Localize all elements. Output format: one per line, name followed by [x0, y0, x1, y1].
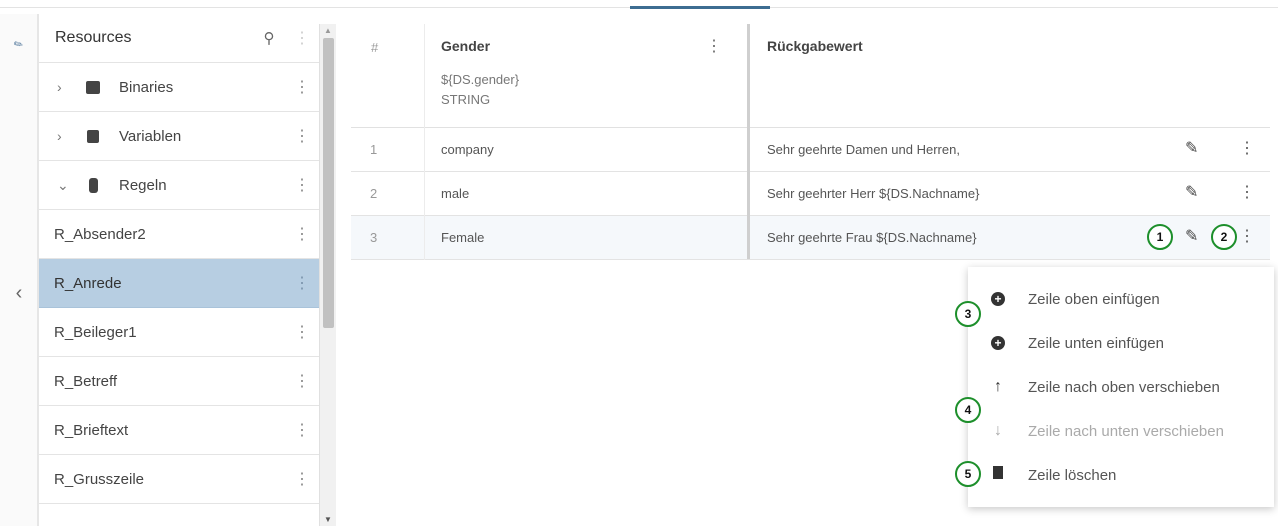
more-options-icon[interactable]: ⋮ [284, 126, 320, 146]
plus-circle-icon: + [968, 334, 1028, 352]
gender-type: STRING [441, 92, 491, 107]
folder-variablen[interactable]: › Variablen ⋮ [39, 112, 320, 161]
return-value-cell[interactable]: Sehr geehrte Frau ${DS.Nachname} [767, 230, 977, 245]
gender-cell[interactable]: male [441, 186, 469, 201]
database-icon [67, 177, 119, 193]
more-options-icon[interactable]: ⋮ [284, 371, 320, 391]
more-options-icon[interactable]: ⋮ [284, 224, 320, 244]
column-menu-icon[interactable]: ⋮ [706, 36, 722, 56]
callout-marker: 4 [955, 397, 981, 423]
more-options-icon[interactable]: ⋮ [284, 77, 320, 97]
hash-header: # [371, 40, 379, 55]
list-item[interactable]: R_Beileger1 ⋮ [39, 308, 320, 357]
gender-cell[interactable]: company [441, 142, 494, 157]
table-row[interactable]: 2 male Sehr geehrter Herr ${DS.Nachname}… [351, 172, 1270, 216]
decision-table: # Gender ${DS.gender} STRING ⋮ Rückgabew… [351, 24, 1270, 260]
more-options-icon[interactable]: ⋮ [284, 175, 320, 195]
return-value-column-title: Rückgabewert [767, 38, 863, 54]
gender-column-details: ${DS.gender} STRING [441, 70, 519, 110]
gender-expression: ${DS.gender} [441, 72, 520, 87]
sidebar-scrollbar[interactable]: ▲ ▼ [319, 24, 336, 526]
scroll-down-arrow-icon[interactable]: ▼ [324, 515, 332, 524]
edit-pencil-icon[interactable]: ✎ [1185, 226, 1198, 246]
gender-cell[interactable]: Female [441, 230, 484, 245]
table-row-selected[interactable]: 3 Female Sehr geehrte Frau ${DS.Nachname… [351, 216, 1270, 260]
collapse-panel-icon[interactable]: ‹ [8, 282, 30, 305]
more-options-icon[interactable]: ⋮ [284, 28, 320, 48]
list-item-label: R_Brieftext [54, 421, 129, 439]
list-item-label: R_Grusszeile [54, 470, 145, 488]
list-item-label: R_Betreff [54, 372, 118, 390]
row-number-cell [351, 216, 425, 260]
chevron-right-icon[interactable]: › [39, 128, 67, 144]
row-number-cell [351, 128, 425, 172]
arrow-down-icon: ↓ [994, 422, 1002, 439]
row-menu-icon[interactable]: ⋮ [1239, 182, 1255, 202]
menu-item-label: Zeile oben einfügen [1028, 290, 1160, 308]
row-context-menu: + Zeile oben einfügen + Zeile unten einf… [968, 267, 1274, 507]
folder-regeln[interactable]: ⌄ Regeln ⋮ [39, 161, 320, 210]
scroll-up-arrow-icon[interactable]: ▲ [324, 26, 332, 35]
gender-column-title: Gender [441, 38, 491, 54]
hash-header-cell [351, 24, 425, 128]
left-toolbar: ✎ ‹ [0, 14, 38, 526]
menu-item-move-up[interactable]: ↑ Zeile nach oben verschieben [968, 365, 1274, 409]
resources-panel: Resources ⚲ ⋮ › Binaries ⋮ › Variablen ⋮… [38, 14, 320, 526]
resources-title: Resources [55, 29, 132, 46]
list-item[interactable]: R_Grusszeile ⋮ [39, 455, 320, 504]
scrollbar-thumb[interactable] [323, 38, 334, 328]
list-item[interactable]: R_Betreff ⋮ [39, 357, 320, 406]
pin-icon[interactable]: ✎ [11, 37, 26, 52]
row-menu-icon[interactable]: ⋮ [1239, 226, 1255, 246]
search-icon[interactable]: ⚲ [254, 29, 284, 47]
chevron-right-icon[interactable]: › [39, 79, 67, 95]
folder-label: Binaries [119, 78, 174, 96]
return-value-cell[interactable]: Sehr geehrter Herr ${DS.Nachname} [767, 186, 979, 201]
table-header: # Gender ${DS.gender} STRING ⋮ Rückgabew… [351, 24, 1270, 128]
menu-item-label: Zeile nach unten verschieben [1028, 422, 1224, 440]
list-item-label: R_Beileger1 [54, 323, 137, 341]
list-item-label: R_Absender2 [54, 225, 146, 243]
more-options-icon[interactable]: ⋮ [284, 322, 320, 342]
menu-item-label: Zeile löschen [1028, 466, 1117, 484]
return-value-cell[interactable]: Sehr geehrte Damen und Herren, [767, 142, 960, 157]
callout-marker: 3 [955, 301, 981, 327]
folder-label: Variablen [119, 127, 182, 145]
variable-icon [67, 129, 119, 143]
image-icon [67, 80, 119, 94]
menu-item-label: Zeile nach oben verschieben [1028, 378, 1220, 396]
menu-item-insert-above[interactable]: + Zeile oben einfügen [968, 277, 1274, 321]
menu-item-insert-below[interactable]: + Zeile unten einfügen [968, 321, 1274, 365]
edit-pencil-icon[interactable]: ✎ [1185, 138, 1198, 158]
more-options-icon[interactable]: ⋮ [284, 420, 320, 440]
menu-item-move-down: ↓ Zeile nach unten verschieben [968, 409, 1274, 453]
chevron-down-icon[interactable]: ⌄ [39, 177, 69, 194]
list-item[interactable]: R_Brieftext ⋮ [39, 406, 320, 455]
list-item-active[interactable]: R_Anrede ⋮ [39, 259, 320, 308]
resources-header: Resources ⚲ ⋮ [39, 14, 320, 63]
row-number: 2 [370, 186, 378, 201]
edit-pencil-icon[interactable]: ✎ [1185, 182, 1198, 202]
row-number-cell [351, 172, 425, 216]
column-divider[interactable] [747, 24, 750, 259]
list-item[interactable]: R_Absender2 ⋮ [39, 210, 320, 259]
active-tab-indicator [630, 6, 770, 9]
callout-marker: 5 [955, 461, 981, 487]
list-item-label: R_Anrede [54, 274, 122, 292]
more-options-icon[interactable]: ⋮ [284, 469, 320, 489]
callout-marker: 2 [1211, 224, 1237, 250]
callout-marker: 1 [1147, 224, 1173, 250]
more-options-icon[interactable]: ⋮ [284, 273, 320, 293]
menu-item-label: Zeile unten einfügen [1028, 334, 1164, 352]
table-row[interactable]: 1 company Sehr geehrte Damen und Herren,… [351, 128, 1270, 172]
row-number: 1 [370, 142, 378, 157]
folder-label: Regeln [119, 176, 167, 194]
row-menu-icon[interactable]: ⋮ [1239, 138, 1255, 158]
arrow-up-icon: ↑ [994, 378, 1002, 395]
folder-binaries[interactable]: › Binaries ⋮ [39, 63, 320, 112]
row-number: 3 [370, 230, 378, 245]
menu-item-delete[interactable]: Zeile löschen [968, 453, 1274, 497]
